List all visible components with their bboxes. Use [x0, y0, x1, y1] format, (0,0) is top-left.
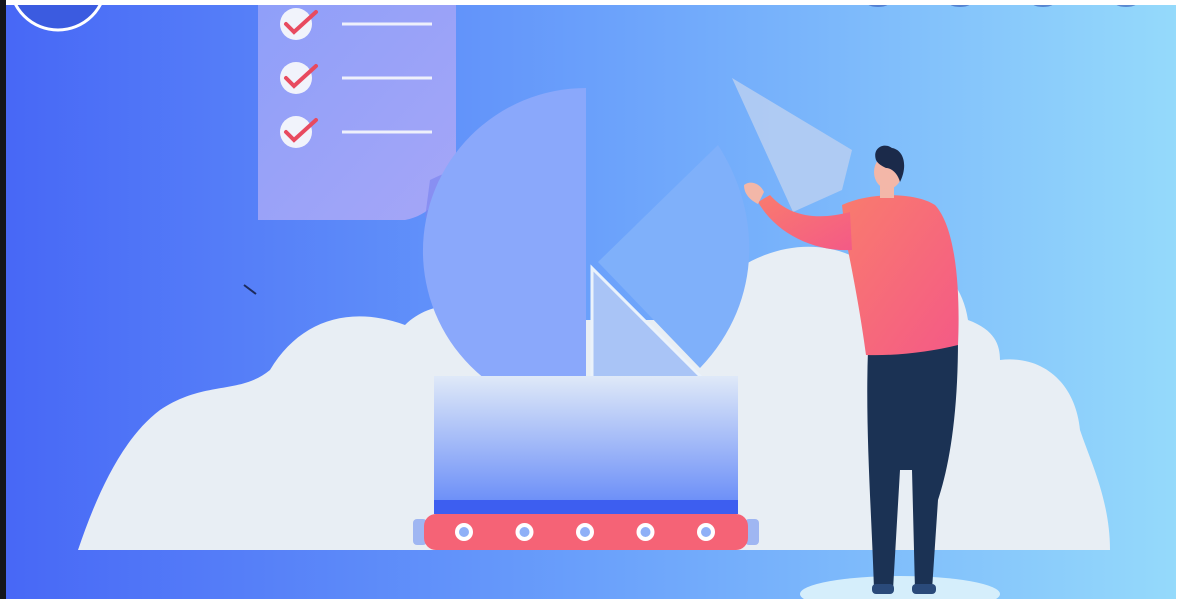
- illustration-scene: [0, 0, 1180, 604]
- display-box-base: [434, 500, 738, 514]
- roller-hub: [519, 527, 530, 537]
- roller-hub: [701, 527, 711, 537]
- roller-hub: [640, 527, 651, 537]
- scene-svg: [0, 0, 1180, 604]
- roller-hub: [459, 527, 469, 537]
- display-box: [434, 376, 738, 502]
- frame-top-edge: [0, 0, 1180, 5]
- frame-right-edge: [1176, 0, 1180, 599]
- roller-hub: [580, 527, 590, 537]
- frame-left-edge: [0, 0, 6, 599]
